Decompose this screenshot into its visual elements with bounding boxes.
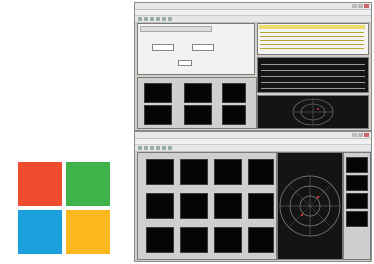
- grid-row[interactable]: [260, 44, 364, 45]
- readout-cell: [346, 211, 368, 227]
- polar-plot-svg: [292, 98, 334, 126]
- minimize-button[interactable]: [352, 4, 357, 8]
- config-field-right[interactable]: [192, 44, 214, 51]
- toolbar-button[interactable]: [162, 146, 166, 150]
- readout-cell: [346, 157, 368, 173]
- config-tab-strip[interactable]: [140, 26, 212, 32]
- readout-cell: [346, 175, 368, 191]
- polar-scope-large: [277, 152, 343, 260]
- side-readout-panel: [343, 152, 371, 260]
- config-field-left[interactable]: [152, 44, 174, 51]
- readout-cell: [346, 193, 368, 209]
- toolbar-button[interactable]: [168, 17, 172, 21]
- channel-cell: [180, 159, 208, 185]
- config-field-small[interactable]: [178, 60, 192, 66]
- windows-logo: [18, 162, 110, 254]
- toolbar-button[interactable]: [150, 17, 154, 21]
- channel-cell: [184, 83, 212, 103]
- toolbar-button[interactable]: [156, 146, 160, 150]
- logo-tile-blue: [18, 210, 62, 254]
- top-app-window: [134, 2, 372, 131]
- trace-line: [261, 82, 365, 83]
- grid-row[interactable]: [260, 48, 364, 49]
- channel-cell: [214, 227, 242, 253]
- channel-cell: [248, 227, 274, 253]
- channel-cell: [214, 193, 242, 219]
- maximize-button[interactable]: [358, 133, 363, 137]
- polar-plot-svg: [279, 175, 341, 237]
- toolbar-button[interactable]: [156, 17, 160, 21]
- toolbar-button[interactable]: [150, 146, 154, 150]
- logo-tile-green: [66, 162, 110, 206]
- toolbar-button[interactable]: [168, 146, 172, 150]
- top-window-toolbar: [135, 16, 371, 23]
- channel-cell: [144, 105, 172, 125]
- configuration-panel: [137, 23, 255, 75]
- channel-cell: [146, 159, 174, 185]
- channel-cell: [146, 193, 174, 219]
- data-grid-panel: [257, 23, 369, 55]
- channel-cell: [180, 227, 208, 253]
- top-window-titlebar: [135, 3, 371, 10]
- channel-cell: [248, 159, 274, 185]
- toolbar-button[interactable]: [138, 146, 142, 150]
- channel-cell: [222, 83, 246, 103]
- signal-trace-panel: [257, 57, 369, 93]
- trace-line: [261, 70, 365, 71]
- bottom-window-toolbar: [135, 145, 371, 152]
- channel-cell: [214, 159, 242, 185]
- grid-row[interactable]: [260, 32, 364, 33]
- toolbar-button[interactable]: [144, 17, 148, 21]
- trace-line: [261, 88, 365, 89]
- channel-cell: [144, 83, 172, 103]
- toolbar-button[interactable]: [138, 17, 142, 21]
- grid-header: [259, 25, 365, 29]
- grid-row[interactable]: [260, 36, 364, 37]
- channel-cell: [184, 105, 212, 125]
- grid-row[interactable]: [260, 40, 364, 41]
- close-button[interactable]: [364, 4, 369, 8]
- channel-grid-large: [137, 152, 277, 260]
- trace-line: [261, 76, 365, 77]
- channel-cell: [222, 105, 246, 125]
- channel-cell: [180, 193, 208, 219]
- maximize-button[interactable]: [358, 4, 363, 8]
- toolbar-button[interactable]: [162, 17, 166, 21]
- bottom-window-titlebar: [135, 132, 371, 139]
- toolbar-button[interactable]: [144, 146, 148, 150]
- close-button[interactable]: [364, 133, 369, 137]
- logo-tile-red: [18, 162, 62, 206]
- bottom-app-window: [134, 131, 372, 262]
- polar-scope-small: [257, 95, 369, 129]
- minimize-button[interactable]: [352, 133, 357, 137]
- logo-tile-yellow: [66, 210, 110, 254]
- channel-grid-panel: [137, 77, 257, 129]
- channel-cell: [146, 227, 174, 253]
- trace-line: [261, 64, 365, 65]
- channel-cell: [248, 193, 274, 219]
